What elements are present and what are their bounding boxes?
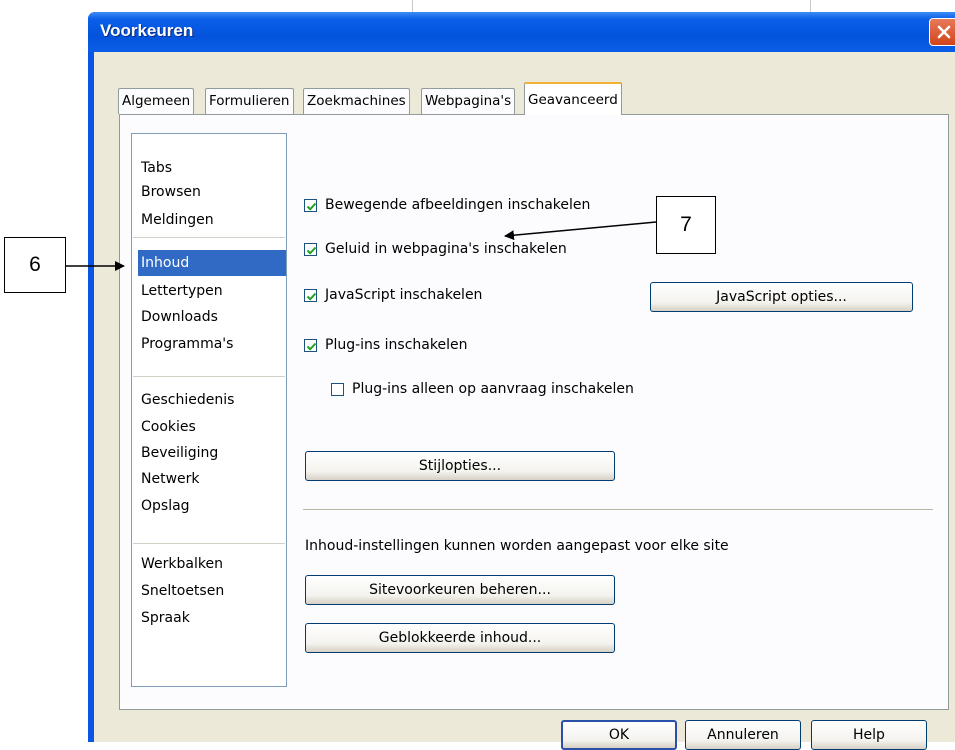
tab-geavanceerd[interactable]: Geavanceerd xyxy=(524,82,622,115)
section-divider xyxy=(303,509,933,511)
site-settings-text: Inhoud-instellingen kunnen worden aangep… xyxy=(305,538,729,554)
checkbox[interactable] xyxy=(304,338,317,352)
checkbox-plugins[interactable]: Plug-ins inschakelen xyxy=(304,337,467,353)
close-button[interactable] xyxy=(929,18,955,46)
sidebar-item-lettertypen[interactable]: Lettertypen xyxy=(138,278,286,304)
title-bar[interactable]: Voorkeuren xyxy=(88,12,955,52)
tab-webpaginas[interactable]: Webpagina's xyxy=(421,88,516,114)
callout-number: 7 xyxy=(680,213,692,236)
javascript-options-button[interactable]: JavaScript opties... xyxy=(650,282,913,312)
checkmark-icon xyxy=(306,202,317,211)
checkbox-javascript[interactable]: JavaScript inschakelen xyxy=(304,287,482,303)
sidebar-item-geschiedenis[interactable]: Geschiedenis xyxy=(138,387,286,413)
checkbox-label: Plug-ins inschakelen xyxy=(325,337,468,353)
tab-formulieren[interactable]: Formulieren xyxy=(205,88,294,114)
sidebar-item-downloads[interactable]: Downloads xyxy=(138,304,286,330)
checkbox-label: Plug-ins alleen op aanvraag inschakelen xyxy=(352,381,634,397)
callout-number: 6 xyxy=(29,253,41,276)
sidebar-item-netwerk[interactable]: Netwerk xyxy=(138,466,286,492)
sidebar-item-beveiliging[interactable]: Beveiliging xyxy=(138,440,286,466)
checkmark-icon xyxy=(306,292,317,301)
list-separator xyxy=(133,237,285,238)
checkbox-label: JavaScript inschakelen xyxy=(325,287,483,303)
checkbox-animated-images[interactable]: Bewegende afbeeldingen inschakelen xyxy=(304,197,590,213)
sidebar-item-inhoud[interactable]: Inhoud xyxy=(138,250,286,276)
sidebar-item-browsen[interactable]: Browsen xyxy=(138,179,286,205)
checkbox-label: Geluid in webpagina's inschakelen xyxy=(325,241,567,257)
checkbox[interactable] xyxy=(331,382,344,396)
cancel-button[interactable]: Annuleren xyxy=(685,720,801,750)
window-title: Voorkeuren xyxy=(100,21,194,40)
sidebar-item-spraak[interactable]: Spraak xyxy=(138,605,286,631)
checkbox[interactable] xyxy=(304,242,317,256)
category-list[interactable]: Tabs Browsen Meldingen Inhoud Lettertype… xyxy=(131,133,287,687)
blocked-content-button[interactable]: Geblokkeerde inhoud... xyxy=(305,623,615,653)
sidebar-item-tabs[interactable]: Tabs xyxy=(138,155,286,181)
checkbox-plugins-on-demand[interactable]: Plug-ins alleen op aanvraag inschakelen xyxy=(331,381,634,397)
checkmark-icon xyxy=(306,342,317,351)
tab-panel: Tabs Browsen Meldingen Inhoud Lettertype… xyxy=(119,114,949,710)
annotation-callout-6: 6 xyxy=(4,237,66,293)
list-separator xyxy=(133,376,285,377)
tab-algemeen[interactable]: Algemeen xyxy=(118,88,195,114)
annotation-callout-7: 7 xyxy=(656,196,716,254)
list-separator xyxy=(133,543,285,544)
sidebar-item-werkbalken[interactable]: Werkbalken xyxy=(138,551,286,577)
style-options-button[interactable]: Stijlopties... xyxy=(305,451,615,481)
tab-zoekmachines[interactable]: Zoekmachines xyxy=(303,88,410,114)
checkbox-sound[interactable]: Geluid in webpagina's inschakelen xyxy=(304,241,567,257)
help-button[interactable]: Help xyxy=(811,720,927,750)
dialog-client-area: Algemeen Formulieren Zoekmachines Webpag… xyxy=(94,52,955,750)
close-icon xyxy=(937,25,951,39)
checkmark-icon xyxy=(306,246,317,255)
sidebar-item-sneltoetsen[interactable]: Sneltoetsen xyxy=(138,578,286,604)
checkbox-label: Bewegende afbeeldingen inschakelen xyxy=(325,197,591,213)
sidebar-item-programmas[interactable]: Programma's xyxy=(138,331,286,357)
preferences-dialog: Voorkeuren Algemeen Formulieren Zoekmach… xyxy=(88,12,955,750)
ok-button[interactable]: OK xyxy=(561,720,677,750)
sidebar-item-meldingen[interactable]: Meldingen xyxy=(138,207,286,233)
checkbox[interactable] xyxy=(304,198,317,212)
sidebar-item-opslag[interactable]: Opslag xyxy=(138,493,286,519)
sidebar-item-cookies[interactable]: Cookies xyxy=(138,414,286,440)
checkbox[interactable] xyxy=(304,288,317,302)
manage-site-preferences-button[interactable]: Sitevoorkeuren beheren... xyxy=(305,575,615,605)
